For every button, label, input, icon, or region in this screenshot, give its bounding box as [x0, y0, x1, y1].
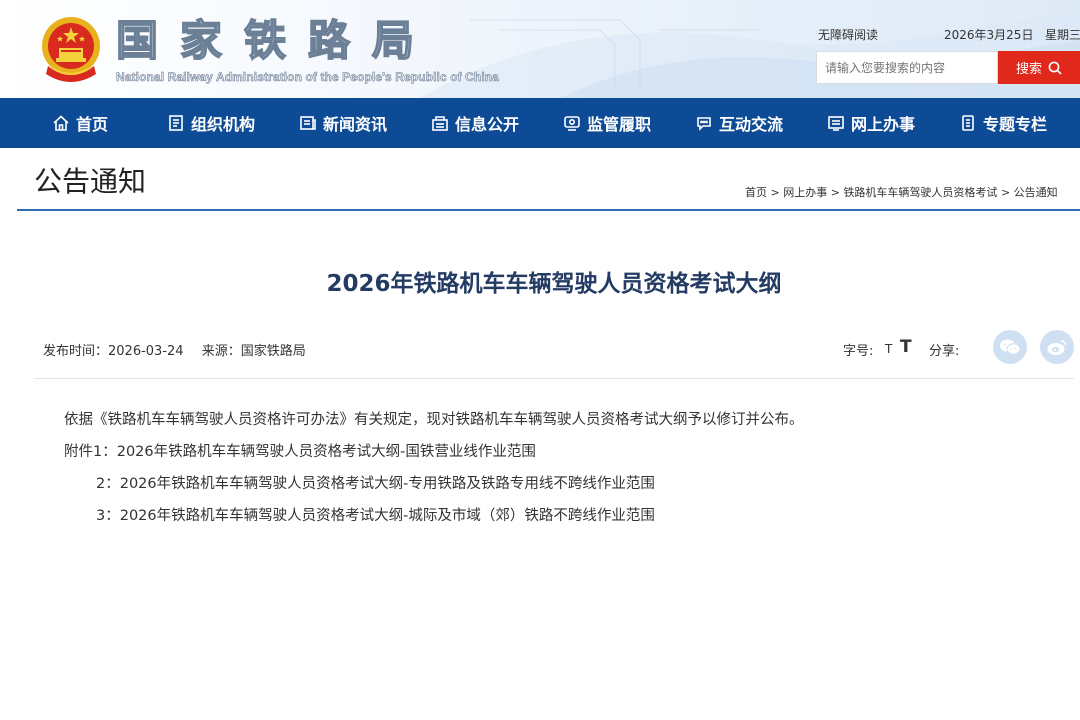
- nav-label: 组织机构: [191, 115, 256, 134]
- attachment-link-1[interactable]: 2026年铁路机车车辆驾驶人员资格考试大纲-国铁营业线作业范围: [117, 444, 536, 460]
- nav-label: 新闻资讯: [323, 115, 388, 134]
- source-info: 来源：国家铁路局: [202, 344, 306, 359]
- nav-label: 监管履职: [587, 115, 652, 134]
- publish-info: 发布时间：2026-03-24: [43, 344, 184, 359]
- share-label: 分享:: [929, 344, 960, 359]
- font-size-label: 字号:: [843, 344, 874, 359]
- article-title: 2026年铁路机车车辆驾驶人员资格考试大纲: [326, 271, 782, 297]
- breadcrumb-exam[interactable]: 铁路机车车辆驾驶人员资格考试: [843, 186, 997, 199]
- topic-icon: [962, 115, 974, 131]
- attachment-link-2[interactable]: 2026年铁路机车车辆驾驶人员资格考试大纲-专用铁路及铁路专用线不跨线作业范围: [120, 476, 655, 492]
- nav-item-news[interactable]: 新闻资讯: [299, 98, 387, 148]
- nav-label: 专题专栏: [983, 115, 1048, 134]
- national-emblem-icon: [42, 17, 100, 82]
- nav-label: 信息公开: [455, 115, 520, 134]
- nav-item-home[interactable]: 首页: [52, 98, 108, 148]
- breadcrumb: 首页 > 网上办事 > 铁路机车车辆驾驶人员资格考试 > 公告通知: [745, 184, 1058, 200]
- breadcrumb-notices[interactable]: 公告通知: [1014, 186, 1058, 199]
- article-meta: 发布时间：2026-03-24 来源：国家铁路局: [43, 340, 320, 359]
- attachment-item: 附件1：2026年铁路机车车辆驾驶人员资格考试大纲-国铁营业线作业范围: [64, 442, 536, 462]
- accessibility-link[interactable]: 无障碍阅读: [818, 26, 878, 43]
- nav-label: 首页: [76, 115, 109, 134]
- section-divider: [17, 209, 1080, 211]
- nav-item-info-disclosure[interactable]: 信息公开: [431, 98, 519, 148]
- attachment-prefix: 附件1：: [64, 444, 117, 460]
- font-large-button[interactable]: T: [900, 337, 912, 357]
- site-name-cn: 国家铁路局: [115, 15, 437, 66]
- source-value: 国家铁路局: [240, 344, 306, 359]
- weibo-icon[interactable]: [1040, 330, 1074, 364]
- breadcrumb-online-service[interactable]: 网上办事: [783, 186, 827, 199]
- attachment-item: 3：2026年铁路机车车辆驾驶人员资格考试大纲-城际及市域（郊）铁路不跨线作业范…: [96, 506, 655, 526]
- search-box: 搜索: [816, 51, 1080, 84]
- search-input[interactable]: [816, 51, 998, 84]
- service-icon: [828, 116, 844, 131]
- meta-divider: [34, 378, 1074, 379]
- org-icon: [169, 115, 183, 131]
- nav-item-organization[interactable]: 组织机构: [167, 98, 255, 148]
- breadcrumb-separator: >: [1000, 186, 1011, 199]
- section-title: 公告通知: [34, 165, 147, 198]
- attachment-item: 2：2026年铁路机车车辆驾驶人员资格考试大纲-专用铁路及铁路专用线不跨线作业范…: [96, 474, 655, 494]
- home-icon: [53, 115, 69, 131]
- article-intro: 依据《铁路机车车辆驾驶人员资格许可办法》有关规定，现对铁路机车车辆驾驶人员资格考…: [64, 412, 804, 428]
- site-brand[interactable]: 国家铁路局 National Railway Administration of…: [115, 15, 499, 85]
- breadcrumb-home[interactable]: 首页: [745, 186, 767, 199]
- search-icon: [1048, 61, 1062, 75]
- info-icon: [432, 116, 448, 131]
- nav-label: 网上办事: [851, 115, 916, 134]
- main-nav: 首页 组织机构 新闻资讯 信息公开 监管履职 互动交流 网上办事 专题专栏: [0, 98, 1080, 148]
- current-date: 2026年3月25日: [944, 28, 1034, 42]
- source-label: 来源：: [201, 344, 241, 359]
- nav-item-supervision[interactable]: 监管履职: [563, 98, 651, 148]
- nav-item-interaction[interactable]: 互动交流: [695, 98, 783, 148]
- attachment-link-3[interactable]: 2026年铁路机车车辆驾驶人员资格考试大纲-城际及市域（郊）铁路不跨线作业范围: [120, 508, 655, 524]
- nav-label: 互动交流: [719, 115, 784, 134]
- nav-item-online-service[interactable]: 网上办事: [827, 98, 915, 148]
- attachment-prefix: 2：: [96, 476, 120, 492]
- wechat-icon[interactable]: [993, 330, 1027, 364]
- current-weekday: 星期三: [1045, 28, 1080, 42]
- search-button-label: 搜索: [1015, 62, 1042, 77]
- breadcrumb-separator: >: [830, 186, 840, 199]
- site-header: 国家铁路局 National Railway Administration of…: [0, 0, 1080, 98]
- site-name-en: National Railway Administration of the P…: [116, 70, 499, 85]
- monitor-icon: [564, 116, 580, 131]
- font-small-button[interactable]: T: [885, 342, 892, 356]
- news-icon: [300, 116, 316, 130]
- publish-label: 发布时间：: [43, 344, 109, 359]
- chat-icon: [697, 117, 711, 131]
- nav-item-special-topics[interactable]: 专题专栏: [959, 98, 1047, 148]
- breadcrumb-separator: >: [770, 186, 780, 199]
- attachment-prefix: 3：: [96, 508, 120, 524]
- publish-date: 2026-03-24: [108, 344, 184, 359]
- search-button[interactable]: 搜索: [998, 51, 1080, 84]
